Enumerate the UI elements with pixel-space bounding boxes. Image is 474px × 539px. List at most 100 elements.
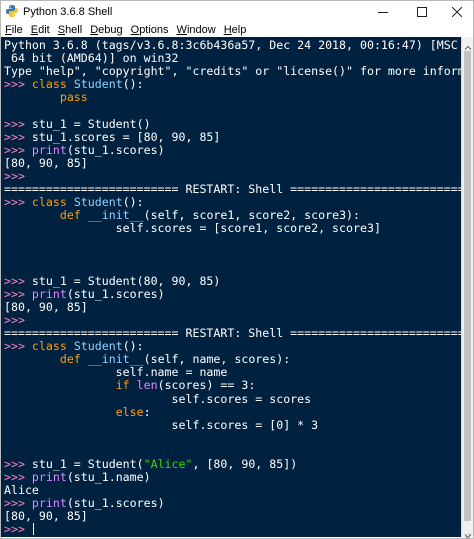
text: Alice — [4, 483, 39, 498]
prompt: >>> — [4, 273, 32, 288]
vertical-scrollbar[interactable] — [461, 37, 473, 539]
text — [130, 378, 137, 392]
menu-label: elp — [231, 24, 247, 36]
shell-line: pass — [4, 91, 461, 104]
text: stu_1 = Student( — [31, 457, 144, 471]
prompt: >>> — [4, 339, 32, 354]
menu-file[interactable]: File — [5, 23, 23, 37]
text: self.scores = [score1, score2, score3] — [4, 221, 381, 236]
prompt: >>> — [4, 522, 32, 537]
menu-label: ebug — [98, 24, 123, 36]
text: [80, 90, 85] — [4, 509, 88, 524]
prompt: >>> — [4, 168, 32, 183]
shell-line: >>> — [4, 523, 461, 536]
text — [67, 77, 74, 91]
window-title: Python 3.6.8 Shell — [23, 6, 113, 18]
menu-label: indow — [186, 24, 216, 36]
menu-label: hell — [65, 24, 83, 36]
keyword: class — [31, 195, 67, 210]
string-literal: "Alice" — [143, 457, 193, 471]
definition-name: Student — [73, 339, 123, 354]
shell-line: self.scores = [0] * 3 — [4, 417, 461, 432]
text: (stu_1.scores) — [66, 286, 165, 301]
text — [4, 378, 116, 392]
menu-label: ile — [11, 24, 23, 36]
menu-label: dit — [38, 24, 50, 36]
text — [67, 195, 74, 209]
restart-banner: ========================= RESTART: Shell… — [4, 326, 461, 341]
definition-name: __init__ — [87, 352, 144, 367]
builtin: len — [136, 378, 158, 393]
text: stu_1.scores = [80, 90, 85] — [31, 129, 221, 144]
prompt: >>> — [4, 496, 32, 511]
text: self.scores = [0] * 3 — [4, 417, 319, 432]
text: stu_1 = Student(80, 90, 85) — [31, 273, 221, 288]
menu-edit[interactable]: Edit — [31, 23, 50, 37]
scroll-up-icon[interactable] — [464, 39, 472, 50]
prompt: >>> — [4, 195, 32, 210]
minimize-icon[interactable] — [361, 1, 405, 23]
definition-name: Student — [73, 195, 123, 210]
text: [80, 90, 85] — [4, 299, 88, 314]
menu-options[interactable]: Options — [131, 23, 169, 37]
resize-grip-icon[interactable] — [461, 526, 471, 538]
shell-output[interactable]: Python 3.6.8 (tags/v3.6.8:3c6b436a57, De… — [1, 37, 461, 537]
definition-name: Student — [73, 77, 123, 92]
text: [80, 90, 85] — [4, 155, 88, 170]
prompt: >>> — [4, 457, 32, 471]
title-bar[interactable]: Python 3.6.8 Shell — [1, 1, 473, 23]
text: (stu_1.scores) — [66, 142, 165, 157]
scrollbar-thumb[interactable] — [464, 51, 471, 521]
prompt: >>> — [4, 116, 32, 131]
prompt: >>> — [4, 286, 32, 301]
text — [4, 90, 60, 104]
builtin: print — [31, 142, 67, 157]
prompt: >>> — [4, 142, 32, 157]
text: (self, name, scores): — [143, 352, 291, 367]
text: : — [143, 404, 151, 419]
text — [4, 208, 60, 222]
text — [81, 208, 88, 222]
definition-name: __init__ — [87, 208, 144, 223]
menu-mnemonic: H — [223, 24, 232, 36]
menu-shell[interactable]: Shell — [58, 23, 82, 37]
builtin: print — [31, 286, 67, 301]
close-icon[interactable] — [435, 1, 474, 23]
menu-debug[interactable]: Debug — [90, 23, 122, 37]
text — [67, 339, 74, 353]
shell-line: [80, 90, 85] — [4, 155, 461, 170]
text: (): — [122, 339, 144, 354]
text: 64 bit (AMD64)] on win32 — [4, 51, 179, 66]
prompt: >>> — [4, 470, 32, 485]
shell-line: [80, 90, 85] — [4, 299, 461, 314]
shell-text[interactable]: Python 3.6.8 (tags/v3.6.8:3c6b436a57, De… — [4, 38, 461, 537]
builtin: print — [31, 496, 67, 511]
text: (self, score1, score2, score3): — [143, 208, 361, 223]
menu-mnemonic: E — [30, 24, 39, 36]
idle-shell-window: Python 3.6.8 Shell File Edit Shell Debug Opt… — [0, 0, 474, 539]
prompt: >>> — [4, 129, 32, 144]
prompt: >>> — [4, 312, 32, 327]
text — [4, 405, 116, 419]
keyword: class — [31, 339, 67, 354]
text: , [80, 90, 85]) — [192, 457, 298, 471]
text — [4, 352, 60, 366]
text — [81, 352, 88, 366]
shell-line: >>> print(stu_1.name) — [4, 471, 461, 484]
shell-line: [80, 90, 85] — [4, 510, 461, 523]
text: Python 3.6.8 (tags/v3.6.8:3c6b436a57, De… — [4, 38, 461, 52]
text: (): — [122, 77, 144, 92]
menu-window[interactable]: Window — [177, 23, 216, 37]
text: (): — [122, 195, 144, 210]
python-icon — [5, 4, 19, 18]
restart-banner: ========================= RESTART: Shell… — [4, 182, 461, 197]
keyword: def — [59, 208, 81, 223]
text-cursor — [32, 523, 34, 536]
menu-mnemonic: W — [176, 24, 187, 36]
text: Type "help", "copyright", "credits" or "… — [4, 64, 461, 79]
menu-bar: File Edit Shell Debug Options Window Help — [1, 23, 473, 37]
menu-help[interactable]: Help — [224, 23, 247, 37]
text: stu_1 = Student() — [31, 116, 151, 131]
